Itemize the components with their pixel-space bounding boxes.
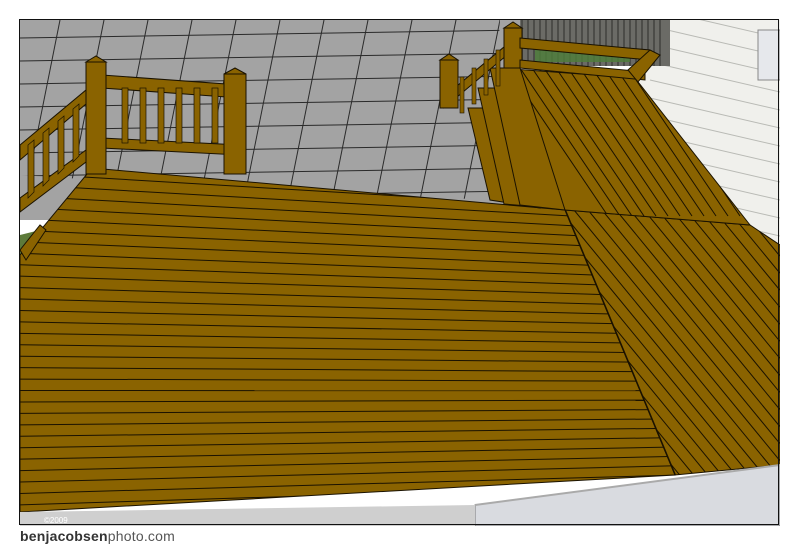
rail-post (223, 73, 247, 175)
baluster (483, 58, 489, 96)
baluster (139, 87, 147, 144)
baluster (72, 103, 80, 163)
baluster (459, 76, 465, 114)
baluster (27, 139, 35, 199)
rail-post (85, 61, 107, 175)
baluster (42, 127, 50, 187)
photo-frame: ©2009 benjacobsenphoto.com (0, 0, 800, 547)
baluster (471, 67, 477, 105)
baluster (495, 49, 501, 87)
site-caption: benjacobsenphoto.com (20, 527, 175, 545)
caption-bold: benjacobsen (20, 528, 108, 544)
rail-post (503, 27, 523, 69)
baluster (57, 115, 65, 175)
baluster (175, 87, 183, 144)
rail-post (439, 59, 459, 109)
caption-rest: photo.com (107, 528, 175, 544)
watermark: ©2009 (44, 516, 68, 525)
baluster (193, 87, 201, 144)
baluster (157, 87, 165, 144)
baluster (211, 87, 219, 144)
deck-rendering: ©2009 (20, 20, 780, 526)
baluster (121, 87, 129, 144)
